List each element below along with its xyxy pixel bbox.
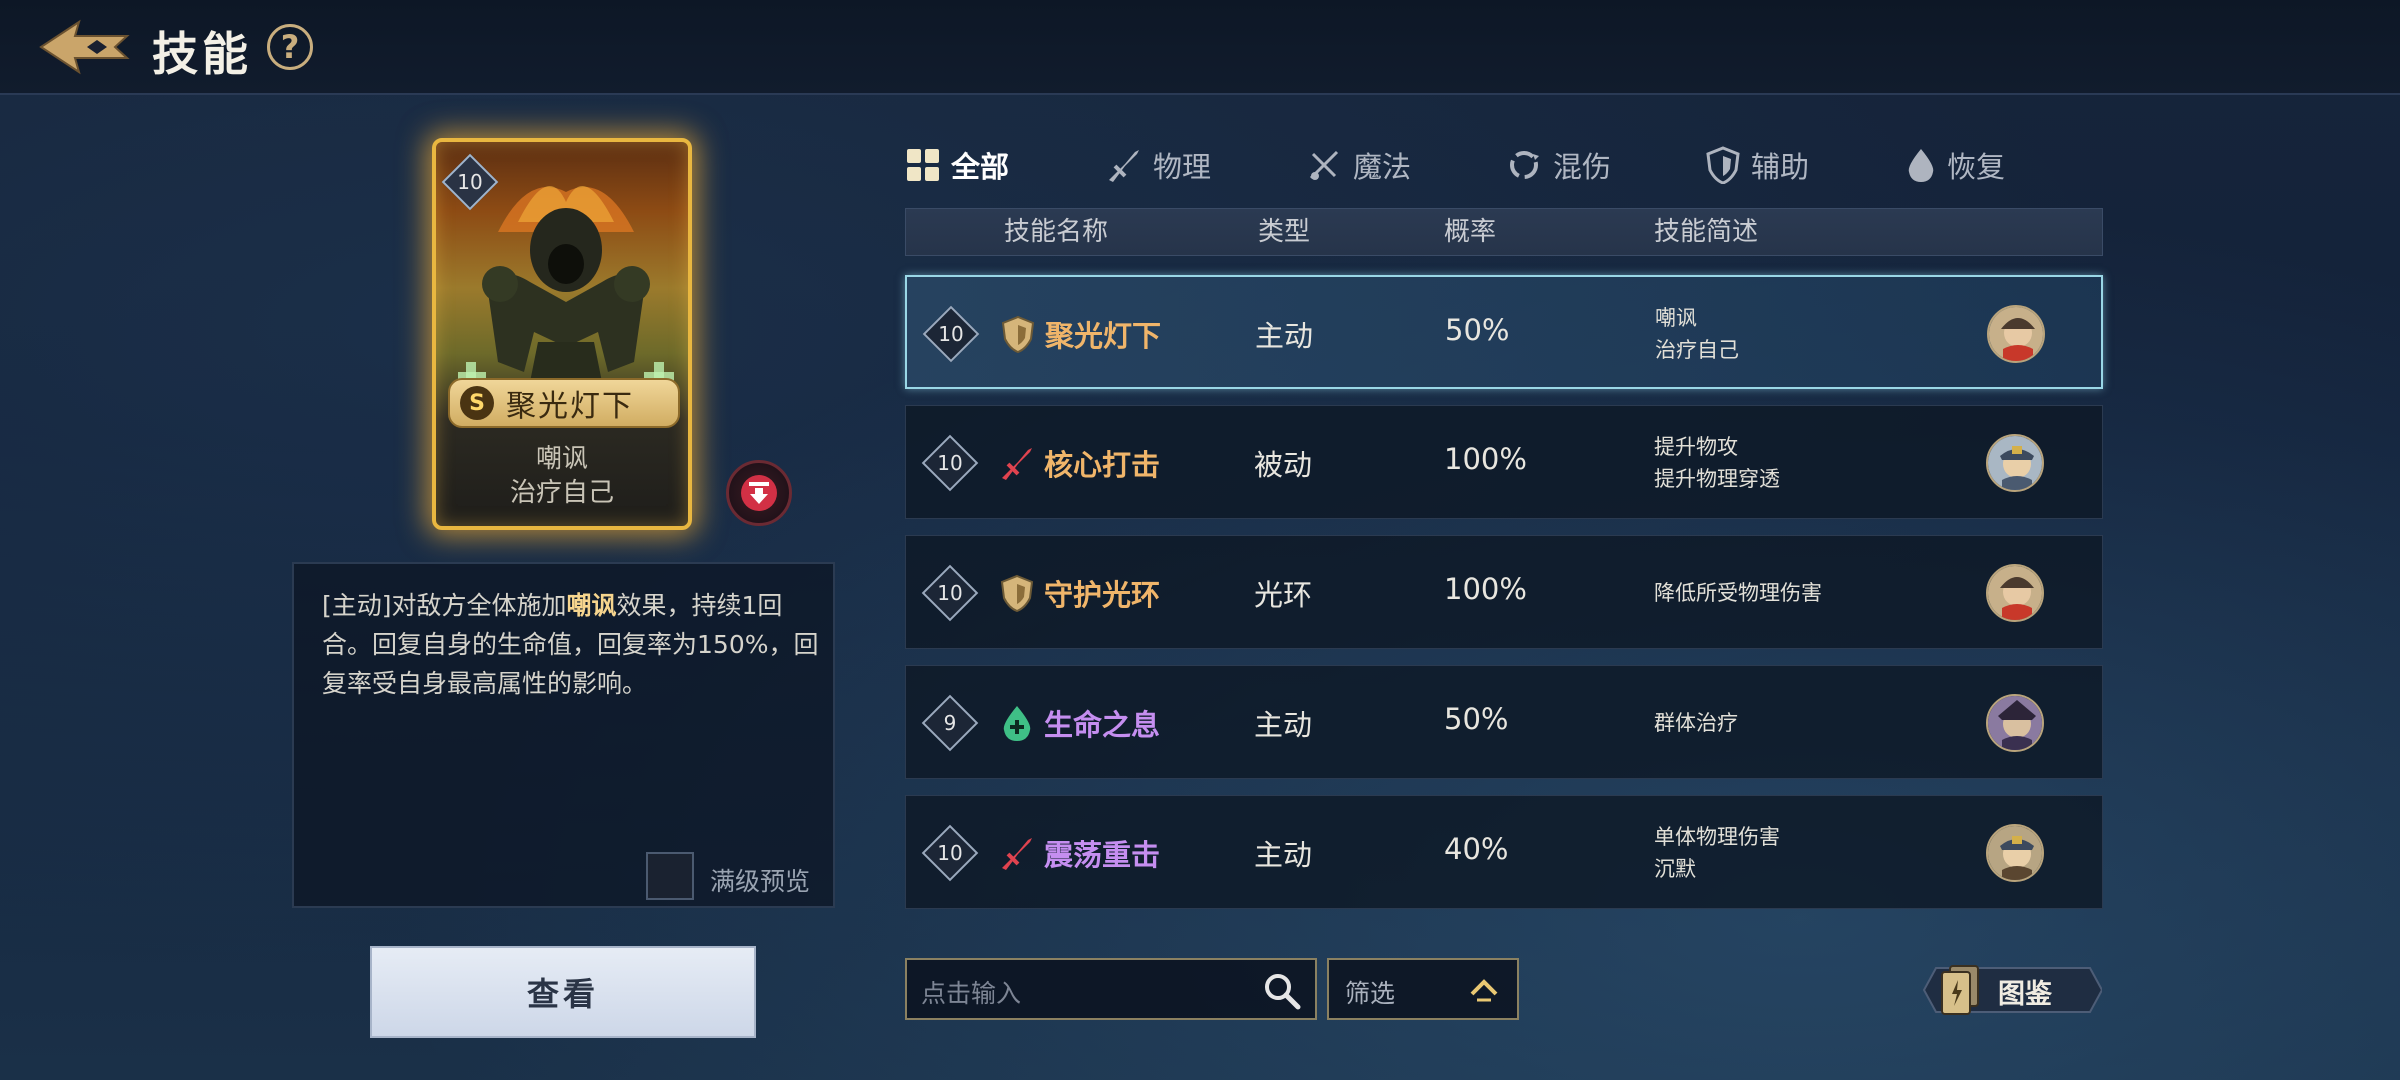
category-tabs: 全部 物理 魔法 混伤 辅助 恢复 <box>905 140 2105 190</box>
skill-brief: 群体治疗 <box>1654 711 1738 735</box>
page-title: 技能 <box>152 27 252 81</box>
column-header-rate: 概率 <box>1444 217 1497 247</box>
skill-rate: 50% <box>1444 702 1509 736</box>
card-description: 嘲讽 治疗自己 <box>436 442 688 510</box>
mixed-icon <box>1510 151 1539 179</box>
skill-brief: 提升物攻 提升物理穿透 <box>1654 435 1780 491</box>
max-level-preview-label: 满级预览 <box>710 867 811 896</box>
owner-avatar <box>1987 305 2045 363</box>
skill-level-badge: 10 <box>921 824 979 882</box>
tab-label: 魔法 <box>1353 150 1412 184</box>
arrow-down-icon <box>741 475 777 511</box>
sword-icon <box>1002 448 1032 480</box>
skill-brief: 单体物理伤害 沉默 <box>1654 825 1780 881</box>
sword-icon <box>1109 150 1139 182</box>
search-icon[interactable] <box>1261 970 1303 1012</box>
tab-physical[interactable]: 物理 <box>1105 140 1211 190</box>
skill-card[interactable]: 10 S 聚光灯下 嘲讽 治疗自己 <box>432 138 692 530</box>
skill-type: 主动 <box>1254 838 1313 872</box>
tab-label: 辅助 <box>1751 150 1810 184</box>
skill-row[interactable]: 10 守护光环 光环 100% 降低所受物理伤害 <box>905 535 2103 649</box>
rank-badge: S <box>460 386 494 420</box>
skill-level-badge: 9 <box>921 694 979 752</box>
back-button[interactable] <box>35 14 135 80</box>
tab-label: 物理 <box>1153 150 1212 184</box>
skill-rate: 100% <box>1444 442 1527 476</box>
card-desc-line: 嘲讽 <box>535 444 588 474</box>
heal-drop-icon <box>1003 706 1031 741</box>
card-name-banner: S 聚光灯下 <box>448 378 680 428</box>
max-level-preview-checkbox[interactable] <box>646 852 694 900</box>
keyword-highlight: 嘲讽 <box>566 591 617 620</box>
tab-label: 混伤 <box>1553 150 1612 184</box>
sword-icon <box>1002 838 1032 870</box>
skill-row[interactable]: 9 生命之息 主动 50% 群体治疗 <box>905 665 2103 779</box>
skill-type: 被动 <box>1254 448 1313 482</box>
help-button[interactable]: ? <box>267 24 313 70</box>
tab-all[interactable]: 全部 <box>905 140 1009 190</box>
owner-avatar <box>1986 824 2044 882</box>
skill-description-text: [主动]对敌方全体施加嘲讽效果，持续1回合。回复自身的生命值，回复率为150%，… <box>322 591 819 698</box>
skill-type: 主动 <box>1254 708 1313 742</box>
tab-label: 恢复 <box>1947 150 2006 184</box>
tab-magic[interactable]: 魔法 <box>1305 140 1411 190</box>
skill-name: 生命之息 <box>1044 708 1161 742</box>
view-button[interactable]: 查看 <box>370 946 756 1038</box>
shield-icon <box>1001 315 1035 353</box>
skill-type: 主动 <box>1255 319 1314 353</box>
skill-rate: 100% <box>1444 572 1527 606</box>
search-placeholder: 点击输入 <box>921 979 1022 1008</box>
codex-button[interactable]: 图鉴 <box>1914 962 2102 1018</box>
top-bar: 技能 ? <box>0 0 2400 95</box>
column-header-name: 技能名称 <box>1004 217 1109 247</box>
card-skill-name: 聚光灯下 <box>506 389 634 424</box>
drop-icon <box>1908 149 1934 182</box>
tab-label: 全部 <box>951 150 1010 184</box>
search-input[interactable]: 点击输入 <box>905 958 1317 1020</box>
skill-type: 光环 <box>1254 578 1313 612</box>
filter-button[interactable]: 筛选 <box>1327 958 1519 1020</box>
skill-row[interactable]: 10 核心打击 被动 100% 提升物攻 提升物理穿透 <box>905 405 2103 519</box>
skill-level-badge: 10 <box>922 305 980 363</box>
tab-recovery[interactable]: 恢复 <box>1905 140 2005 190</box>
skill-brief: 降低所受物理伤害 <box>1654 581 1822 605</box>
shield-icon <box>1706 146 1740 184</box>
skill-name: 震荡重击 <box>1044 838 1161 872</box>
magic-icon <box>1309 150 1339 180</box>
owner-avatar <box>1986 694 2044 752</box>
shield-icon <box>1000 574 1034 612</box>
skill-level-badge: 10 <box>921 434 979 492</box>
column-header-brief: 技能简述 <box>1654 217 1759 247</box>
skill-rate: 50% <box>1445 313 1510 347</box>
skill-name: 聚光灯下 <box>1045 319 1162 353</box>
owner-avatar <box>1986 434 2044 492</box>
back-arrow-icon <box>39 19 130 75</box>
tab-support[interactable]: 辅助 <box>1705 140 1809 190</box>
card-desc-line: 治疗自己 <box>509 478 614 508</box>
tab-mixed[interactable]: 混伤 <box>1505 140 1611 190</box>
filter-label: 筛选 <box>1345 979 1396 1008</box>
skill-row[interactable]: 10 震荡重击 主动 40% 单体物理伤害 沉默 <box>905 795 2103 909</box>
skill-description-panel: [主动]对敌方全体施加嘲讽效果，持续1回合。回复自身的生命值，回复率为150%，… <box>292 562 835 908</box>
skill-row[interactable]: 10 聚光灯下 主动 50% 嘲讽 治疗自己 <box>905 275 2103 389</box>
hooded-figure-illustration <box>458 186 674 412</box>
card-deck-icon <box>1941 965 1979 1015</box>
codex-label: 图鉴 <box>1998 979 2052 1010</box>
unequip-button[interactable] <box>726 460 792 526</box>
skill-table-header: 技能名称 类型 概率 技能简述 <box>905 208 2103 256</box>
owner-avatar <box>1986 564 2044 622</box>
skill-rate: 40% <box>1444 832 1509 866</box>
column-header-type: 类型 <box>1258 217 1311 247</box>
skill-level-badge: 10 <box>921 564 979 622</box>
skill-name: 核心打击 <box>1044 448 1161 482</box>
skill-name: 守护光环 <box>1044 578 1161 612</box>
chevron-up-icon <box>1470 979 1498 1002</box>
grid-icon <box>907 149 939 181</box>
skill-brief: 嘲讽 治疗自己 <box>1655 306 1739 362</box>
